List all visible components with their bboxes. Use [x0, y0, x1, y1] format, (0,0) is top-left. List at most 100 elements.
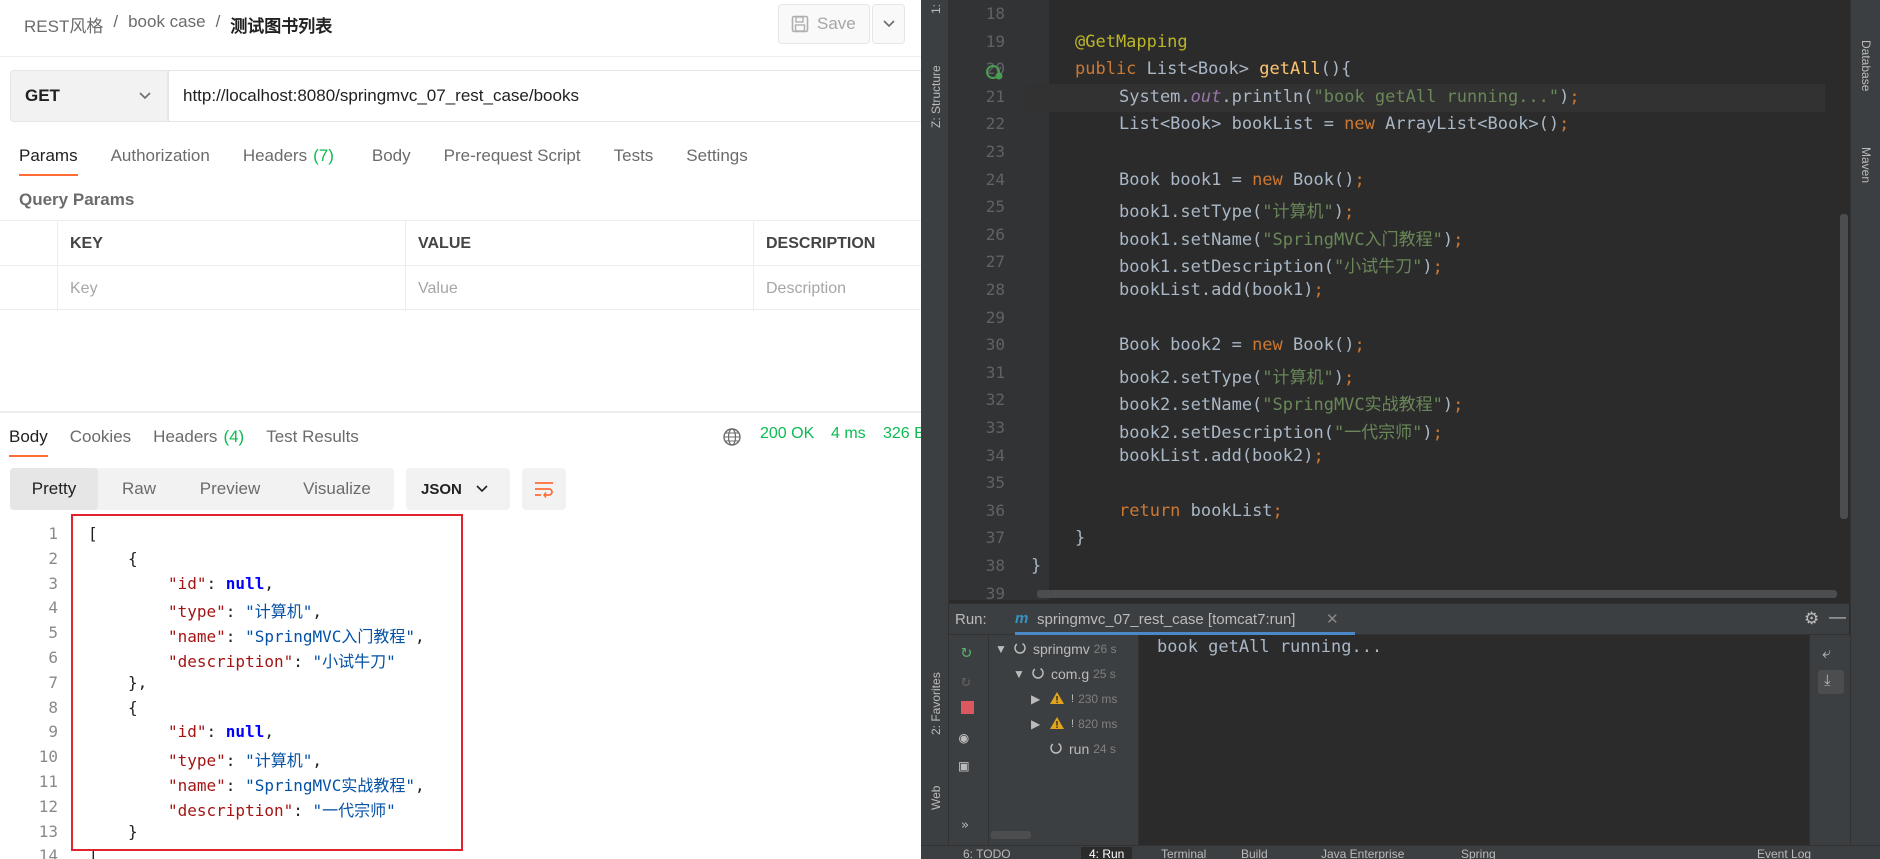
- wrap-lines-button[interactable]: [522, 468, 566, 510]
- token: ArrayList<Book>(): [1385, 114, 1560, 135]
- tab-params[interactable]: Params: [19, 146, 78, 176]
- line-number: 7: [48, 672, 58, 692]
- line-number: 31: [985, 362, 1005, 382]
- tab-test-results[interactable]: Test Results: [266, 427, 359, 447]
- bottom-tab-4-run[interactable]: 4: Run: [1081, 847, 1133, 859]
- token: ;: [1432, 423, 1443, 443]
- url-input[interactable]: http://localhost:8080/springmvc_07_rest_…: [168, 70, 921, 122]
- code-text: @GetMapping: [1075, 32, 1188, 52]
- more-icon[interactable]: »: [961, 818, 969, 833]
- tab-headers[interactable]: Headers (7): [243, 146, 334, 166]
- token: bookList.add(book1): [1119, 280, 1314, 300]
- token: }: [1031, 556, 1042, 576]
- tab-settings[interactable]: Settings: [686, 146, 747, 166]
- bottom-tab-6-todo[interactable]: 6: TODO: [963, 847, 1011, 859]
- soft-wrap-icon[interactable]: ⤶: [1822, 643, 1831, 663]
- save-button[interactable]: Save: [778, 4, 870, 44]
- column-header-description: DESCRIPTION: [766, 234, 876, 252]
- tab-cookies[interactable]: Cookies: [70, 427, 131, 447]
- tree-node-duration: 25 s: [1093, 667, 1116, 681]
- bottom-tab-terminal[interactable]: Terminal: [1161, 847, 1206, 859]
- globe-icon[interactable]: [722, 427, 742, 447]
- collapse-arrow-icon[interactable]: ▶: [1031, 717, 1049, 731]
- tree-node[interactable]: ▶! 230 ms: [1031, 687, 1117, 711]
- rerun-failed-icon[interactable]: ↻: [961, 671, 971, 690]
- line-number: 1: [48, 524, 58, 543]
- expand-arrow-icon[interactable]: ▼: [995, 642, 1013, 656]
- tree-node[interactable]: ▼ springmv 26 s: [995, 637, 1116, 661]
- token: "SpringMVC实战教程": [1262, 395, 1443, 416]
- tab-headers[interactable]: Headers (4): [153, 427, 244, 447]
- close-tab-icon[interactable]: ✕: [1326, 610, 1339, 628]
- tree-node[interactable]: ▶! 820 ms: [1031, 712, 1117, 736]
- tab-pre-request-script[interactable]: Pre-request Script: [444, 146, 581, 166]
- tab-label: Tests: [613, 146, 654, 165]
- tab-body[interactable]: Body: [372, 146, 411, 166]
- method-select[interactable]: GET: [10, 70, 168, 122]
- token: ): [1442, 229, 1454, 250]
- response-size[interactable]: 326 B: [883, 425, 921, 443]
- warning-icon: [1049, 691, 1065, 708]
- breadcrumb-folder[interactable]: book case: [128, 12, 206, 37]
- view-tab-raw[interactable]: Raw: [98, 468, 180, 510]
- vertical-scrollbar[interactable]: [1840, 214, 1848, 519]
- camera-icon[interactable]: ▣: [959, 756, 969, 775]
- minimize-icon[interactable]: —: [1829, 607, 1846, 627]
- token: "一代宗师": [1333, 423, 1423, 443]
- editor-line: 31 book2.setType("计算机");: [949, 363, 1849, 391]
- tool-window-database[interactable]: Database: [1859, 40, 1873, 91]
- collapse-arrow-icon[interactable]: ▶: [1031, 692, 1049, 706]
- view-tab-preview[interactable]: Preview: [180, 468, 280, 510]
- tree-node[interactable]: ▼ com.g 25 s: [1013, 662, 1116, 686]
- expand-arrow-icon[interactable]: ▼: [1013, 667, 1031, 681]
- breadcrumb-collection[interactable]: REST风格: [24, 12, 103, 37]
- tool-window-structure[interactable]: Z: Structure: [929, 65, 943, 128]
- scroll-to-end-button[interactable]: [1818, 670, 1844, 694]
- line-number: 38: [985, 556, 1005, 575]
- description-input[interactable]: Description: [754, 266, 921, 311]
- tool-window-maven[interactable]: Maven: [1859, 147, 1873, 183]
- tree-node-label: springmv: [1033, 641, 1090, 657]
- editor-line: 27 book1.setDescription("小试牛刀");: [949, 252, 1849, 280]
- tab-body[interactable]: Body: [9, 427, 48, 457]
- value-input[interactable]: Value: [406, 266, 754, 311]
- tool-window-favorites[interactable]: 2: Favorites: [929, 672, 943, 735]
- stop-icon[interactable]: [961, 701, 974, 714]
- token: out: [1190, 86, 1222, 107]
- tool-window-project[interactable]: 1: Project: [929, 0, 943, 14]
- bottom-tab-spring[interactable]: Spring: [1461, 847, 1496, 859]
- run-tree[interactable]: ▼ springmv 26 s ▼ com.g 25 s ▶! 230 ms ▶! 820 ms r…: [989, 635, 1139, 845]
- horizontal-scrollbar[interactable]: [1037, 590, 1837, 598]
- key-input[interactable]: Key: [58, 266, 406, 311]
- bottom-tab-build[interactable]: Build: [1241, 847, 1268, 859]
- tree-node[interactable]: run 24 s: [1031, 737, 1116, 761]
- rerun-icon[interactable]: ↻: [961, 641, 972, 662]
- status-code[interactable]: 200 OK: [760, 425, 814, 443]
- line-number: 25: [985, 197, 1005, 217]
- endpoint-gutter-icon[interactable]: [985, 62, 1005, 82]
- pane-resize-handle[interactable]: [0, 411, 921, 413]
- view-tab-pretty[interactable]: Pretty: [10, 468, 98, 510]
- tab-authorization[interactable]: Authorization: [111, 146, 210, 166]
- line-number: 8: [48, 697, 58, 717]
- run-config-tab[interactable]: springmvc_07_rest_case [tomcat7:run]: [1037, 611, 1295, 628]
- bottom-tab-java-enterprise[interactable]: Java Enterprise: [1321, 847, 1404, 859]
- console-output[interactable]: book getAll running...: [1149, 635, 1809, 845]
- tree-scrollbar[interactable]: [991, 831, 1031, 839]
- query-params-title: Query Params: [19, 190, 135, 209]
- format-select[interactable]: JSON: [406, 468, 510, 510]
- tab-tests[interactable]: Tests: [614, 146, 654, 166]
- line-number: 10: [38, 747, 58, 767]
- view-tab-visualize[interactable]: Visualize: [280, 468, 394, 510]
- save-options-dropdown[interactable]: [872, 4, 905, 44]
- show-icon[interactable]: ◉: [959, 728, 969, 747]
- response-time[interactable]: 4 ms: [831, 425, 866, 443]
- breadcrumb-request-name[interactable]: 测试图书列表: [230, 12, 332, 37]
- tool-window-web[interactable]: Web: [929, 786, 943, 810]
- bottom-tab-event-log[interactable]: Event Log: [1757, 847, 1811, 859]
- tree-node-label: com.g: [1051, 666, 1090, 682]
- gear-icon[interactable]: ⚙: [1804, 609, 1819, 629]
- breadcrumb-separator: /: [215, 12, 221, 31]
- line-number: 18: [985, 4, 1005, 23]
- code-text: List<Book> bookList = new ArrayList<Book…: [1119, 114, 1569, 134]
